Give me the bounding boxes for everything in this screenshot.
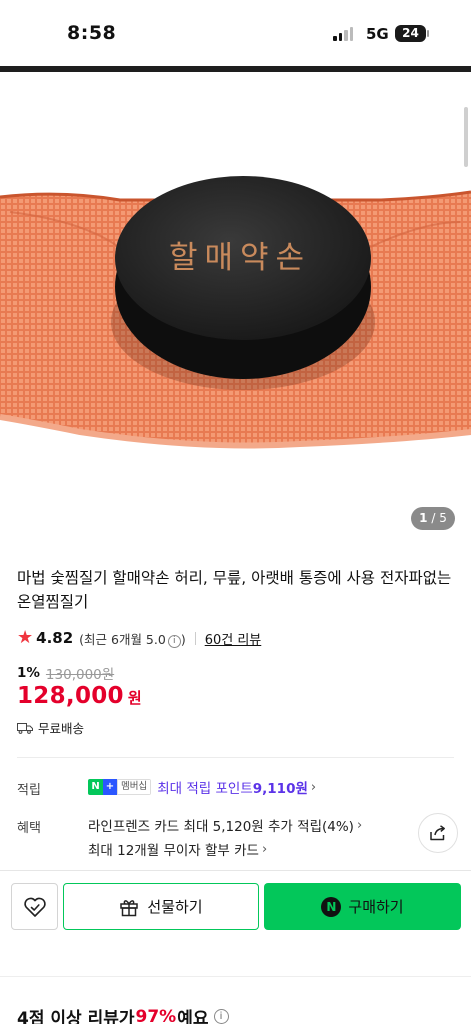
product-image[interactable]: 할매약손: [0, 72, 471, 544]
gift-icon: [120, 899, 139, 916]
benefit-label: 혜택: [17, 821, 41, 836]
image-counter-total: 5: [439, 511, 447, 525]
badge-plus: +: [103, 779, 117, 795]
sale-price: 128,000: [17, 683, 124, 709]
original-price: 130,000원: [45, 667, 115, 683]
rating-divider: [194, 631, 196, 645]
image-counter: 1 / 5: [411, 507, 455, 530]
points-value: 9,110원: [252, 781, 308, 797]
share-icon: [430, 825, 445, 841]
section-divider: [17, 757, 454, 758]
rating-recent-text: (최근 6개월 5.0: [79, 631, 166, 647]
review-summary-suffix: 예요: [177, 1009, 209, 1024]
image-counter-separator: /: [427, 511, 440, 525]
status-time: 8:58: [67, 22, 117, 44]
scrollbar-thumb[interactable]: [464, 107, 468, 167]
rating-score: 4.82: [36, 629, 74, 647]
installment-link[interactable]: 최대 12개월 무이자 할부 카드 ›: [88, 839, 268, 860]
status-bar: 8:58 5G 24: [0, 0, 471, 66]
info-icon[interactable]: i: [213, 1009, 229, 1024]
points-text: 최대 적립 포인트: [157, 781, 253, 797]
badge-membership: 멤버십: [117, 779, 152, 795]
rating-row: ★ 4.82 (최근 6개월 5.0 i) 60건 리뷰: [17, 628, 261, 648]
info-icon[interactable]: i: [167, 634, 181, 648]
product-title: 마법 숯찜질기 할매약손 허리, 무릎, 아랫배 통증에 사용 전자파없는 온열…: [17, 569, 452, 611]
badge-n: N: [88, 779, 103, 795]
signal-icon: [333, 27, 353, 41]
chevron-right-icon: ›: [356, 817, 363, 833]
stone-engraving: 할매약손: [169, 240, 311, 276]
sale-price-unit: 원: [127, 689, 142, 707]
shipping-label: 무료배송: [38, 721, 85, 736]
rating-recent: (최근 6개월 5.0 i): [79, 629, 186, 648]
naver-pay-icon: N: [321, 896, 342, 917]
truck-icon: [17, 722, 33, 734]
buy-button[interactable]: N 구매하기: [264, 883, 461, 930]
review-summary: 4점 이상 리뷰가 97% 예요 i: [17, 1004, 229, 1024]
gift-button[interactable]: 선물하기: [63, 883, 259, 930]
review-summary-prefix: 4점 이상 리뷰가: [17, 1009, 135, 1024]
points-label: 적립: [17, 783, 41, 798]
discount-row: 1% 130,000원: [17, 663, 114, 683]
installment-text: 최대 12개월 무이자 할부 카드: [88, 843, 259, 859]
naver-plus-badge: N + 멤버십: [88, 779, 152, 795]
section-divider: [0, 976, 471, 977]
review-summary-percent: 97%: [135, 1006, 177, 1024]
sale-price-row: 128,000 원: [17, 683, 142, 709]
points-row[interactable]: N + 멤버십 최대 적립 포인트 9,110원 ›: [88, 777, 316, 797]
network-label: 5G: [366, 25, 389, 43]
card-benefit-text: 라인프렌즈 카드 최대 5,120원 추가 적립(4%): [88, 819, 354, 835]
rating-recent-close: ): [180, 631, 186, 647]
battery-tip: [427, 30, 429, 37]
wishlist-button[interactable]: [11, 883, 58, 930]
chevron-right-icon: ›: [310, 779, 317, 795]
shipping-row: 무료배송: [17, 718, 84, 737]
action-bar-divider: [0, 870, 471, 871]
review-count-link[interactable]: 60건 리뷰: [205, 629, 262, 648]
chevron-right-icon: ›: [261, 841, 268, 857]
image-counter-current: 1: [419, 511, 428, 525]
buy-label: 구매하기: [348, 898, 404, 916]
share-button[interactable]: [418, 813, 458, 853]
card-benefit-link[interactable]: 라인프렌즈 카드 최대 5,120원 추가 적립(4%) ›: [88, 815, 363, 836]
heart-check-icon: [23, 897, 46, 917]
discount-rate: 1%: [17, 665, 40, 681]
product-photo: 할매약손: [0, 176, 471, 449]
star-icon: ★: [17, 627, 34, 648]
gift-label: 선물하기: [147, 898, 203, 916]
battery-icon: 24: [395, 25, 426, 42]
